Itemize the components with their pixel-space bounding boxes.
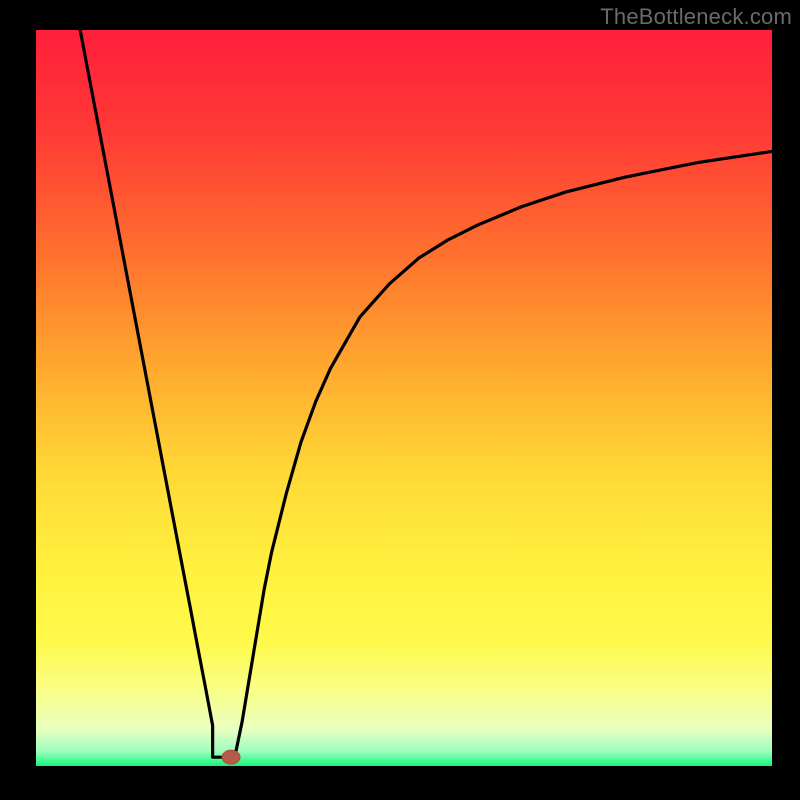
- marker-group: [222, 750, 240, 764]
- watermark-text: TheBottleneck.com: [600, 4, 792, 30]
- minimum-marker: [222, 750, 240, 764]
- plot-frame: [36, 30, 772, 766]
- chart-container: TheBottleneck.com: [0, 0, 800, 800]
- chart-svg: [36, 30, 772, 766]
- gradient-background: [36, 30, 772, 766]
